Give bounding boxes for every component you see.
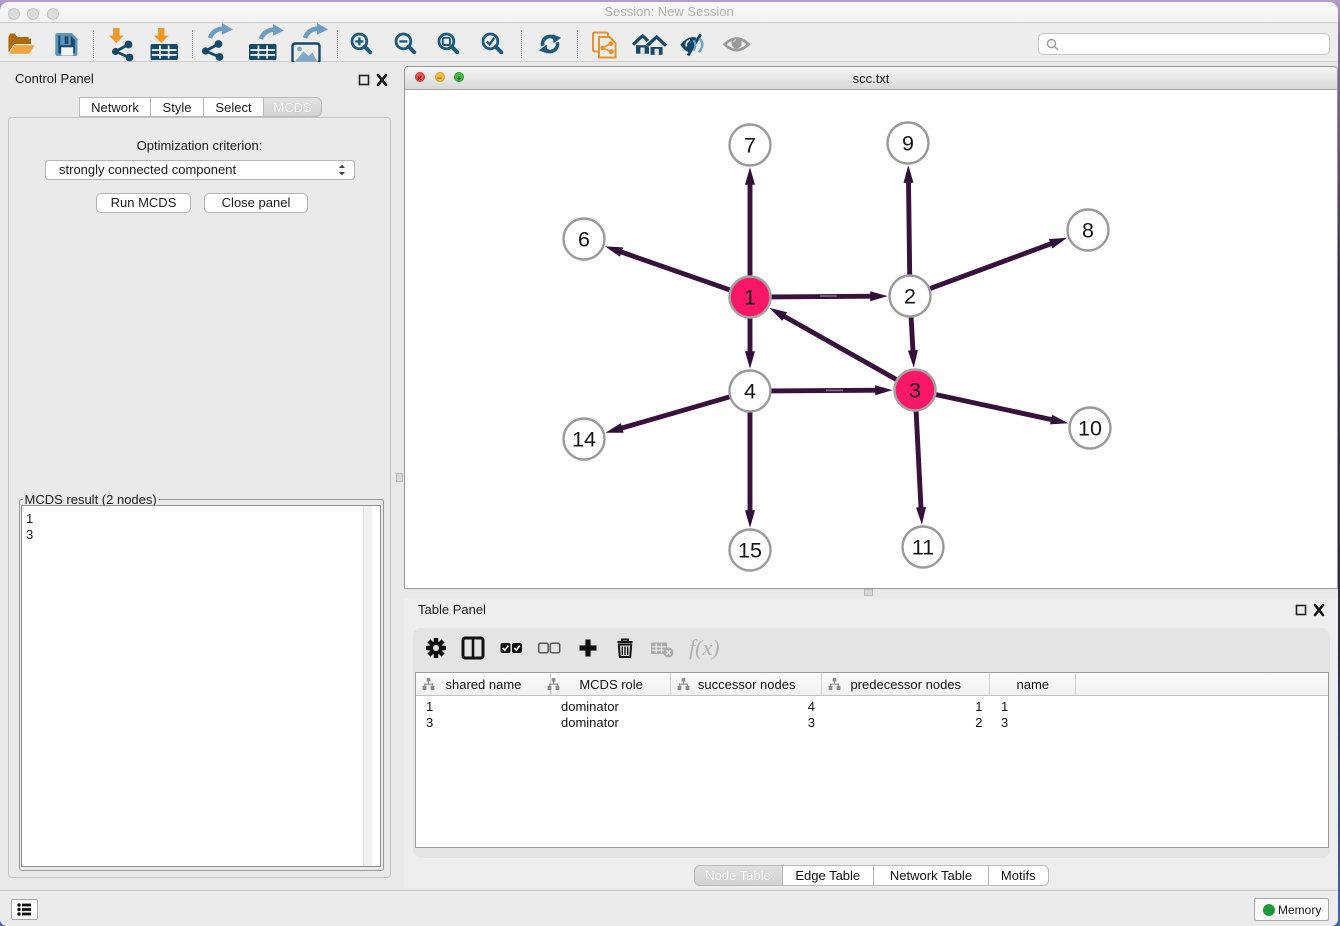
svg-text:2: 2	[904, 285, 916, 309]
svg-text:f(x): f(x)	[689, 635, 720, 660]
svg-text:10: 10	[1078, 417, 1102, 441]
svg-text:14: 14	[572, 428, 596, 452]
svg-text:9: 9	[902, 132, 914, 156]
svg-text:3: 3	[909, 379, 921, 403]
svg-text:11: 11	[912, 536, 934, 560]
svg-text:15: 15	[738, 539, 762, 563]
svg-text:6: 6	[578, 228, 590, 252]
svg-text:4: 4	[744, 380, 756, 404]
svg-text:8: 8	[1082, 219, 1094, 243]
svg-text:7: 7	[744, 134, 756, 158]
svg-text:1: 1	[744, 286, 756, 310]
